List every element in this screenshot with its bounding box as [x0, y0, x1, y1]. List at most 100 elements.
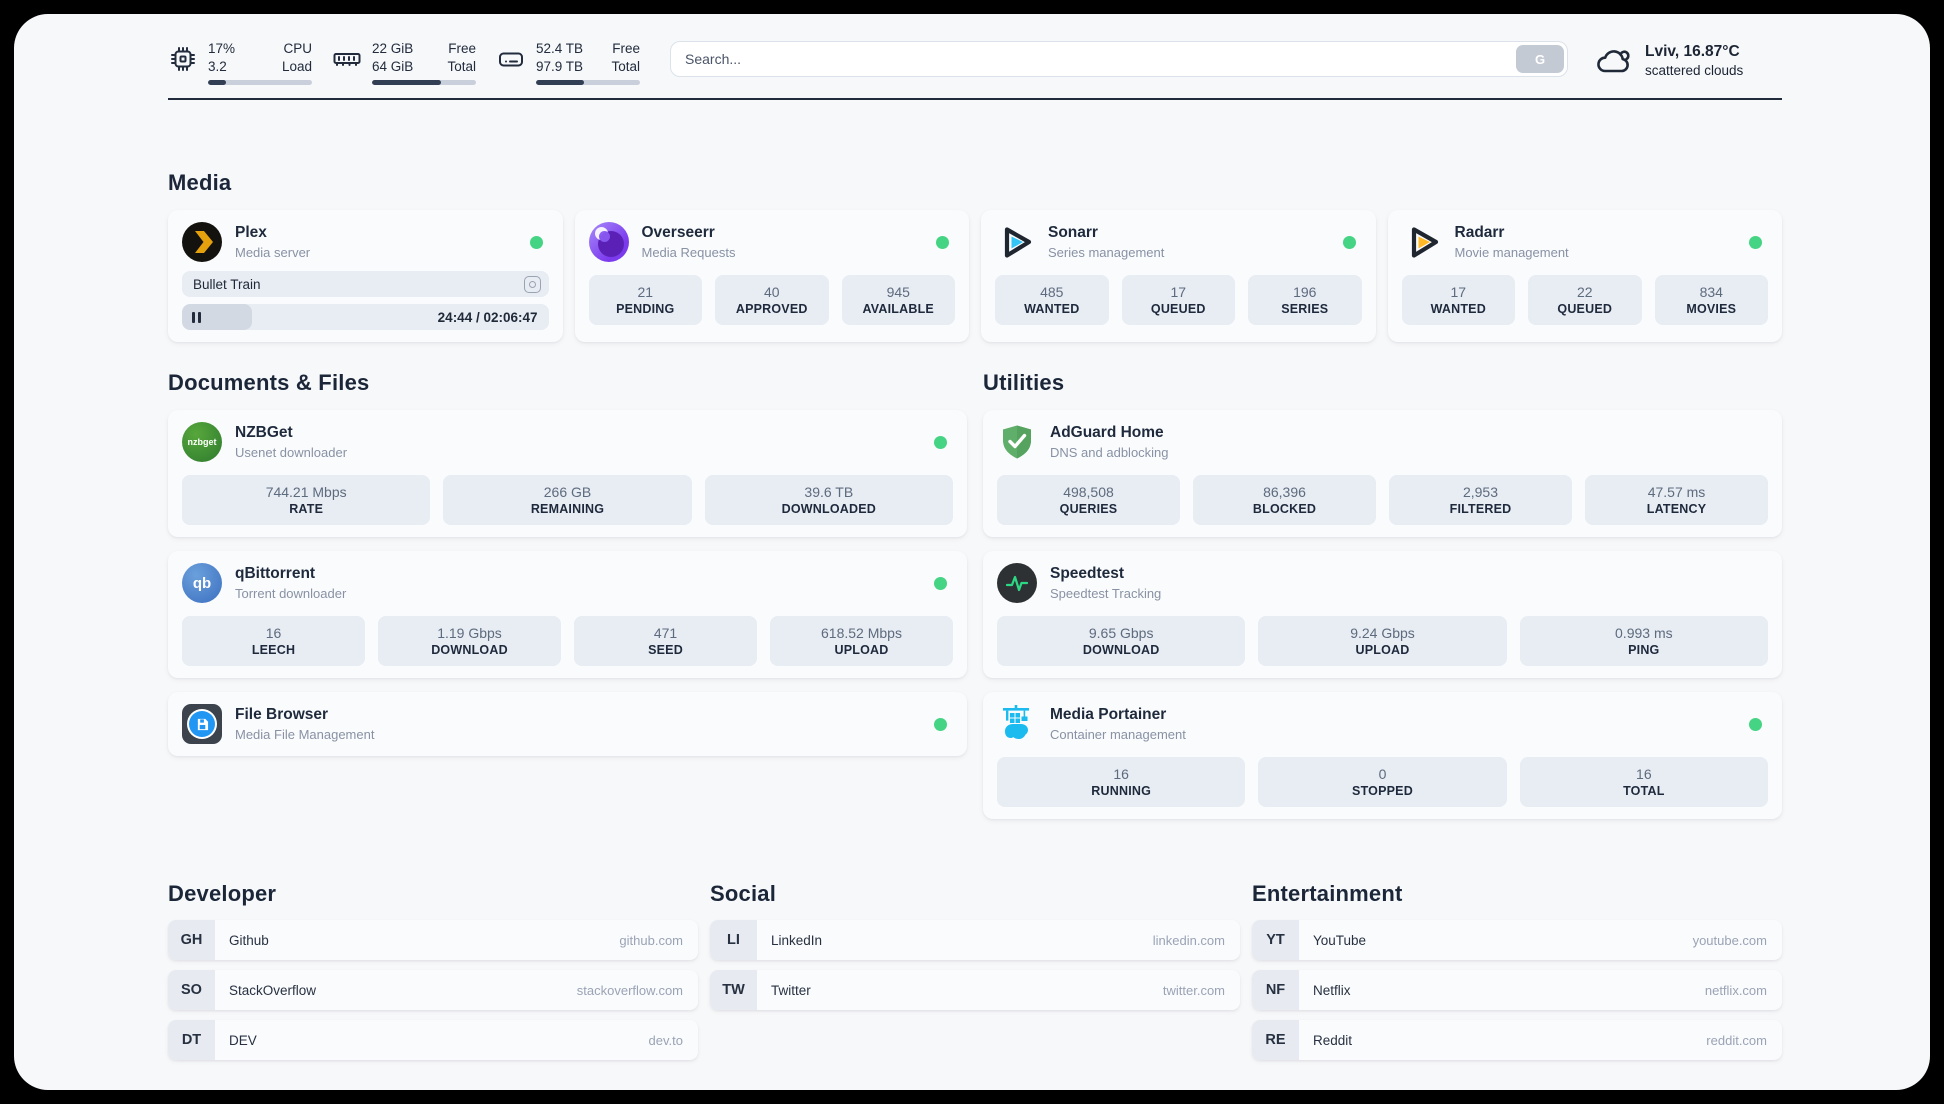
status-dot	[934, 435, 947, 449]
bookmark-abbr: RE	[1252, 1020, 1299, 1060]
header-divider	[168, 98, 1782, 100]
bookmark-abbr: TW	[710, 970, 757, 1010]
memory-progress-track	[372, 80, 476, 85]
memory-free-value: 22 GiB	[372, 41, 414, 56]
cpu-progress-fill	[208, 80, 226, 85]
service-name: Overseerr	[641, 224, 715, 241]
status-dot	[529, 235, 543, 249]
section-utilities: Utilities AdGuard Home DNS and adblockin…	[983, 370, 1782, 819]
search-bar: G	[670, 41, 1568, 77]
playback-time: 24:44 / 02:06:47	[437, 309, 538, 325]
service-card-portainer[interactable]: Media Portainer Container management 16 R…	[983, 692, 1782, 819]
cpu-progress-track	[208, 80, 312, 85]
adguard-icon	[997, 422, 1037, 462]
service-description: Movie management	[1454, 245, 1569, 260]
service-card-qbittorrent[interactable]: qb qBittorrent Torrent downloader 16 LEEC…	[168, 551, 967, 678]
bookmark-linkedin[interactable]: LI LinkedIn linkedin.com	[710, 920, 1240, 960]
service-card-plex[interactable]: Plex Media server Bullet Train 24:44 / 0…	[168, 210, 563, 342]
service-card-speedtest[interactable]: Speedtest Speedtest Tracking 9.65 Gbps DO…	[983, 551, 1782, 678]
bookmark-netflix[interactable]: NF Netflix netflix.com	[1252, 970, 1782, 1010]
cpu-chip-icon	[168, 40, 198, 78]
bookmark-url: stackoverflow.com	[576, 982, 683, 998]
service-name: NZBGet	[235, 424, 293, 441]
service-description: DNS and adblocking	[1050, 445, 1169, 460]
service-description: Torrent downloader	[235, 586, 347, 601]
status-dot	[936, 235, 949, 249]
disk-progress-fill	[536, 80, 584, 85]
service-description: Series management	[1048, 245, 1165, 260]
stat-running: 16 RUNNING	[997, 757, 1246, 807]
ram-icon	[332, 40, 362, 78]
portainer-icon	[997, 704, 1037, 744]
section-developer: Developer GH Github github.com SO StackO…	[168, 881, 698, 1060]
section-title-social: Social	[710, 881, 777, 906]
open-media-icon[interactable]	[523, 275, 541, 293]
service-card-sonarr[interactable]: Sonarr Series management 485 WANTED 17 QUE…	[981, 210, 1376, 342]
stat-pending: 21 PENDING	[588, 275, 702, 325]
search-input[interactable]	[670, 41, 1568, 77]
stat-ping: 0.993 ms PING	[1519, 616, 1768, 666]
bookmark-stackoverflow[interactable]: SO StackOverflow stackoverflow.com	[168, 970, 698, 1010]
section-media: Media Plex Media server Bullet Train 24:…	[168, 170, 1782, 342]
bookmark-name: Netflix	[1313, 982, 1351, 998]
stat-filtered: 2,953 FILTERED	[1389, 475, 1572, 525]
bookmark-abbr: SO	[168, 970, 215, 1010]
service-card-nzbget[interactable]: nzbget NZBGet Usenet downloader 744.21 M…	[168, 410, 967, 537]
plex-icon	[182, 222, 222, 262]
service-description: Media File Management	[235, 727, 375, 742]
bookmark-url: netflix.com	[1704, 982, 1767, 998]
stat-movies: 834 MOVIES	[1654, 275, 1768, 325]
search-engine-button[interactable]: G	[1516, 45, 1564, 73]
service-name: qBittorrent	[235, 565, 316, 582]
service-name: Speedtest	[1050, 565, 1125, 582]
filebrowser-icon	[182, 704, 222, 744]
stat-upload: 618.52 Mbps UPLOAD	[770, 616, 953, 666]
bookmark-dev[interactable]: DT DEV dev.to	[168, 1020, 698, 1060]
status-dot	[934, 717, 947, 731]
stat-series: 196 SERIES	[1248, 275, 1362, 325]
bookmark-youtube[interactable]: YT YouTube youtube.com	[1252, 920, 1782, 960]
disk-progress-track	[536, 80, 640, 85]
bookmark-url: github.com	[619, 932, 683, 948]
disk-total-value: 97.9 TB	[536, 59, 584, 74]
bookmark-github[interactable]: GH Github github.com	[168, 920, 698, 960]
service-name: Media Portainer	[1050, 706, 1167, 723]
header: 17% CPU 3.2 Load 22 GiB Free 64 GiB Tota…	[168, 40, 1782, 85]
playback-progress-bar[interactable]: 24:44 / 02:06:47	[182, 304, 549, 330]
bookmark-reddit[interactable]: RE Reddit reddit.com	[1252, 1020, 1782, 1060]
playback-progress-fill	[182, 304, 252, 330]
weather-widget[interactable]: Lviv, 16.87°C scattered clouds	[1594, 42, 1782, 80]
section-title-utilities: Utilities	[983, 370, 1065, 395]
service-name: Radarr	[1454, 224, 1505, 241]
bookmark-abbr: YT	[1252, 920, 1299, 960]
service-name: File Browser	[235, 706, 329, 723]
section-title-media: Media	[168, 170, 232, 195]
service-description: Media Requests	[641, 245, 736, 260]
bookmark-twitter[interactable]: TW Twitter twitter.com	[710, 970, 1240, 1010]
stat-blocked: 86,396 BLOCKED	[1193, 475, 1376, 525]
service-description: Speedtest Tracking	[1050, 586, 1162, 601]
service-description: Usenet downloader	[235, 445, 348, 460]
service-name: AdGuard Home	[1050, 424, 1164, 441]
service-card-filebrowser[interactable]: File Browser Media File Management	[168, 692, 967, 756]
bookmark-name: Github	[229, 932, 269, 948]
memory-progress-fill	[372, 80, 441, 85]
disk-widget: 52.4 TB Free 97.9 TB Total	[496, 40, 640, 85]
section-title-documents: Documents & Files	[168, 370, 370, 395]
stat-wanted: 17 WANTED	[1401, 275, 1515, 325]
qbittorrent-icon: qb	[182, 563, 222, 603]
service-description: Container management	[1050, 727, 1186, 742]
section-documents-files: Documents & Files nzbget NZBGet Usenet d…	[168, 370, 967, 756]
service-card-adguard[interactable]: AdGuard Home DNS and adblocking 498,508 Q…	[983, 410, 1782, 537]
status-dot	[934, 576, 947, 590]
pause-icon[interactable]	[192, 311, 201, 323]
cpu-label: CPU	[283, 41, 312, 56]
section-entertainment: Entertainment YT YouTube youtube.com NF …	[1252, 881, 1782, 1060]
bookmark-abbr: GH	[168, 920, 215, 960]
status-dot	[1342, 235, 1356, 249]
service-card-overseerr[interactable]: Overseerr Media Requests 21 PENDING 40 APP…	[574, 210, 969, 342]
service-card-radarr[interactable]: Radarr Movie management 17 WANTED 22 QUEUE…	[1387, 210, 1782, 342]
section-social: Social LI LinkedIn linkedin.com TW Twitt…	[710, 881, 1240, 1060]
bookmark-abbr: LI	[710, 920, 757, 960]
stat-queued: 17 QUEUED	[1121, 275, 1235, 325]
